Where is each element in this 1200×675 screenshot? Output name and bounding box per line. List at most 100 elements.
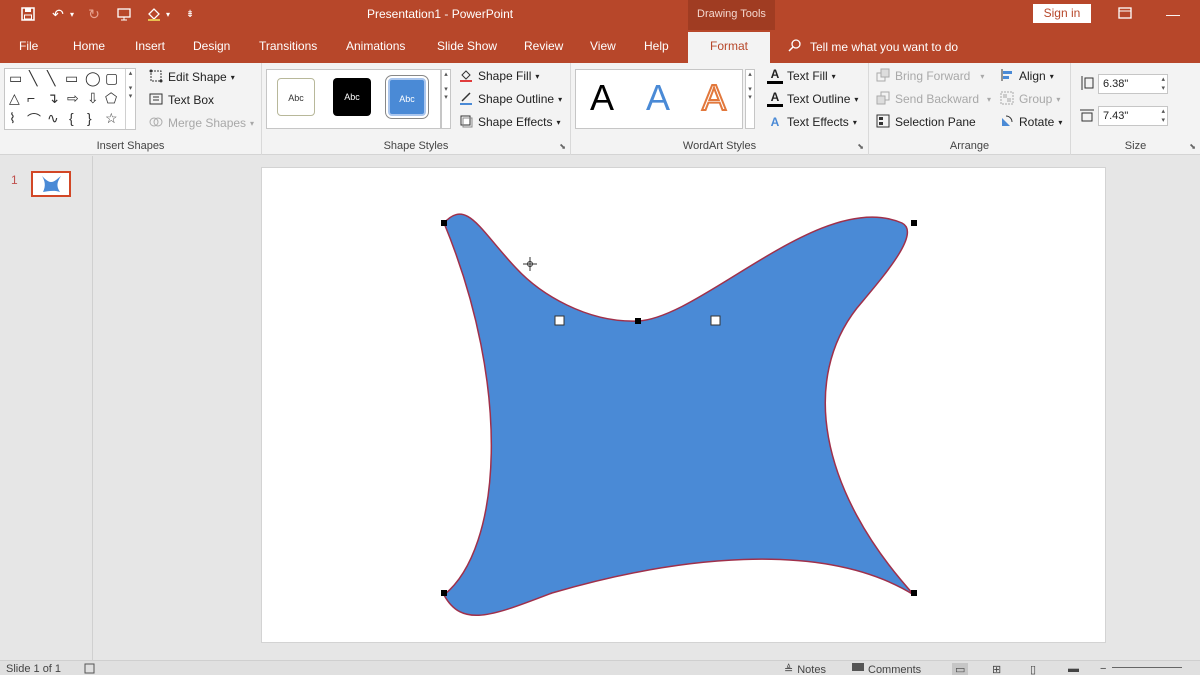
align-button[interactable]: Align ▾: [999, 68, 1054, 84]
wordart-gallery[interactable]: A A A: [575, 69, 743, 129]
minimize-icon[interactable]: —: [1163, 4, 1183, 24]
vertex-handle[interactable]: [911, 590, 917, 596]
style-swatch-black[interactable]: Abc: [333, 78, 371, 116]
dropdown-icon: ▾: [535, 71, 540, 81]
vertex-handle[interactable]: [441, 220, 447, 226]
notes-button[interactable]: ≜ Notes: [784, 663, 826, 675]
normal-view-icon[interactable]: ▭: [952, 663, 969, 675]
tab-home[interactable]: Home: [73, 39, 105, 53]
textbox-shape-icon[interactable]: ▭: [9, 70, 22, 87]
size-launcher-icon[interactable]: ⬊: [1189, 142, 1196, 151]
rectangle-shape-icon[interactable]: ▭: [65, 70, 78, 87]
width-spinner-icon[interactable]: ▴ ▾: [1161, 107, 1165, 125]
paint-dropdown-icon[interactable]: ▾: [166, 10, 170, 19]
bezier-control-handle[interactable]: [710, 315, 721, 326]
vertex-handle[interactable]: [441, 590, 447, 596]
wordart-launcher-icon[interactable]: ⬊: [857, 142, 864, 151]
slide-sorter-icon[interactable]: ⊞: [992, 663, 1001, 675]
send-backward-button[interactable]: Send Backward ▾: [875, 91, 991, 107]
curve-shape-icon[interactable]: ⌒: [27, 110, 41, 130]
oval-shape-icon[interactable]: ◯: [85, 70, 101, 87]
wordart-style-blue[interactable]: A: [646, 78, 670, 118]
group-button[interactable]: Group ▾: [999, 91, 1060, 107]
shape-styles-gallery[interactable]: Abc Abc Abc: [266, 69, 441, 129]
reading-view-icon[interactable]: ▯: [1030, 663, 1036, 675]
insert-shapes-group-label: Insert Shapes: [96, 140, 165, 152]
wordart-style-black[interactable]: A: [590, 78, 614, 118]
customize-toolbar-icon[interactable]: ⇟: [180, 4, 200, 24]
style-swatch-white[interactable]: Abc: [277, 78, 315, 116]
shape-height-input[interactable]: 6.38" ▴ ▾: [1098, 74, 1168, 94]
slide-show-view-icon[interactable]: ▬: [1068, 663, 1079, 675]
wordart-style-orange-outline[interactable]: A: [701, 77, 727, 119]
elbow-connector-icon[interactable]: ↴: [47, 90, 59, 107]
shape-fill-button[interactable]: Shape Fill ▾: [458, 68, 539, 84]
shape-outline-button[interactable]: Shape Outline ▾: [458, 91, 562, 107]
wordart-gallery-scroll[interactable]: ▴ ▾ ▾: [745, 69, 755, 129]
ribbon-display-options-icon[interactable]: [1115, 4, 1135, 24]
sign-in-button[interactable]: Sign in: [1033, 4, 1091, 23]
tab-slide-show[interactable]: Slide Show: [437, 39, 497, 53]
height-spinner-icon[interactable]: ▴ ▾: [1161, 75, 1165, 93]
dropdown-icon: ▾: [556, 117, 561, 127]
vertex-handle[interactable]: [635, 318, 641, 324]
scribble-shape-icon[interactable]: ∿: [47, 110, 59, 127]
text-outline-button[interactable]: A Text Outline ▾: [767, 91, 858, 107]
redo-icon[interactable]: ↻: [84, 4, 104, 24]
tab-animations[interactable]: Animations: [346, 39, 405, 53]
tell-me-box[interactable]: Tell me what you want to do: [788, 38, 958, 55]
right-brace-shape-icon[interactable]: }: [87, 110, 92, 126]
edit-shape-button[interactable]: Edit Shape ▾: [148, 69, 235, 85]
tab-insert[interactable]: Insert: [135, 39, 165, 53]
text-fill-button[interactable]: A Text Fill ▾: [767, 68, 836, 84]
text-fill-label: Text Fill: [787, 69, 828, 83]
shape-effects-button[interactable]: Shape Effects ▾: [458, 114, 561, 130]
tab-file[interactable]: File: [19, 39, 38, 53]
comments-button[interactable]: Comments: [852, 663, 921, 675]
arrow-line-shape-icon[interactable]: ╲: [47, 70, 55, 87]
shapes-gallery-scroll[interactable]: ▴ ▾ ▾: [125, 69, 135, 129]
text-effects-button[interactable]: A Text Effects ▾: [767, 114, 857, 130]
right-arrow-shape-icon[interactable]: ⇨: [67, 90, 79, 107]
selection-pane-icon: [875, 114, 891, 130]
tab-review[interactable]: Review: [524, 39, 563, 53]
left-brace-shape-icon[interactable]: {: [69, 110, 74, 126]
paint-bucket-icon[interactable]: [144, 4, 164, 24]
present-from-start-icon[interactable]: [114, 4, 134, 24]
tab-design[interactable]: Design: [193, 39, 230, 53]
selection-pane-button[interactable]: Selection Pane: [875, 114, 976, 130]
tab-transitions[interactable]: Transitions: [259, 39, 317, 53]
spell-check-icon[interactable]: [84, 663, 96, 674]
styles-gallery-scroll[interactable]: ▴ ▾ ▾: [441, 69, 451, 129]
freeform-shape-icon[interactable]: ⌇: [9, 110, 16, 127]
bring-forward-button[interactable]: Bring Forward ▾: [875, 68, 984, 84]
zoom-out-icon[interactable]: −: [1100, 663, 1106, 675]
star-shape-icon[interactable]: ☆: [105, 110, 118, 127]
save-icon[interactable]: [18, 4, 38, 24]
slide-canvas[interactable]: [261, 167, 1106, 643]
tab-format[interactable]: Format: [688, 32, 771, 63]
freeform-shape[interactable]: [443, 213, 915, 617]
shape-width-input[interactable]: 7.43" ▴ ▾: [1098, 106, 1168, 126]
shapes-gallery[interactable]: ▭ ╲ ╲ ▭ ◯ ▢ △ ⌐ ↴ ⇨ ⇩ ⬠ ⌇ ⌒ ∿ { } ☆ ▴ ▾ ▾: [4, 68, 136, 130]
wordart-group-label: WordArt Styles: [682, 140, 757, 152]
zoom-slider[interactable]: [1112, 667, 1182, 668]
tab-help[interactable]: Help: [644, 39, 669, 53]
line-shape-icon[interactable]: ╲: [29, 70, 37, 87]
rounded-rect-shape-icon[interactable]: ▢: [105, 70, 118, 87]
style-swatch-blue[interactable]: Abc: [385, 75, 429, 119]
triangle-shape-icon[interactable]: △: [9, 90, 20, 107]
connector-shape-icon[interactable]: ⌐: [27, 90, 35, 106]
tab-view[interactable]: View: [590, 39, 616, 53]
down-arrow-shape-icon[interactable]: ⇩: [87, 90, 99, 107]
undo-dropdown-icon[interactable]: ▾: [70, 10, 74, 19]
slide-thumbnail[interactable]: [31, 171, 71, 197]
vertex-handle[interactable]: [911, 220, 917, 226]
rotate-button[interactable]: Rotate ▾: [999, 114, 1062, 130]
undo-icon[interactable]: ↶: [48, 4, 68, 24]
merge-shapes-button[interactable]: Merge Shapes ▾: [148, 115, 254, 131]
callout-shape-icon[interactable]: ⬠: [105, 90, 117, 107]
shape-styles-launcher-icon[interactable]: ⬊: [559, 142, 566, 151]
bezier-control-handle[interactable]: [554, 315, 565, 326]
text-box-button[interactable]: Text Box: [148, 92, 214, 108]
